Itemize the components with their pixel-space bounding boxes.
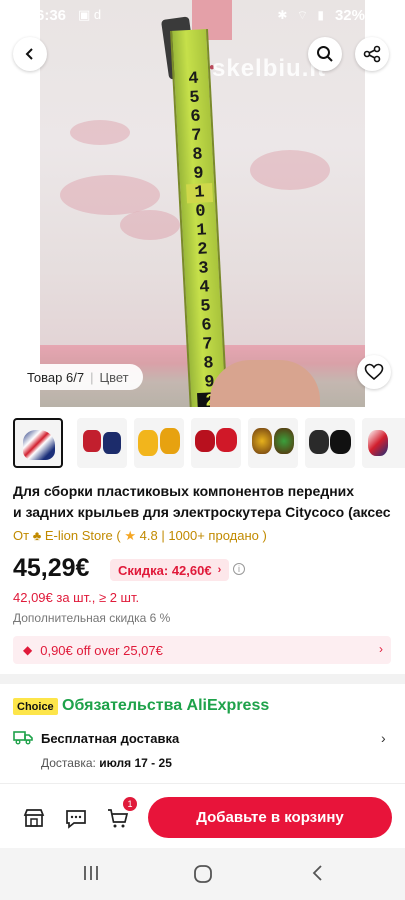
battery-level: 32% bbox=[334, 7, 365, 24]
thumbnail-strip bbox=[13, 418, 405, 470]
chevron-right-icon[interactable]: › bbox=[381, 730, 386, 746]
home-icon[interactable] bbox=[193, 864, 213, 884]
tape-digit: 0 bbox=[194, 202, 207, 222]
product-title-line-1: Для сборки пластиковых компонентов перед… bbox=[13, 483, 355, 499]
thumbnail-image bbox=[216, 428, 237, 452]
chip-separator: | bbox=[90, 369, 94, 385]
thumbnail-image bbox=[330, 430, 351, 454]
search-button[interactable] bbox=[308, 37, 342, 71]
thumbnail-image bbox=[83, 430, 101, 452]
thumbnail-image bbox=[274, 428, 294, 454]
notification-icons: ▣ d bbox=[78, 7, 102, 22]
store-row[interactable]: От ♣ E-lion Store ( ★ 4.8 | 1000+ продан… bbox=[13, 528, 267, 544]
wishlist-button[interactable] bbox=[357, 355, 391, 389]
coupon-banner[interactable]: ◆ 0,90€ off over 25,07€ › bbox=[13, 636, 391, 664]
chat-icon[interactable] bbox=[64, 806, 88, 830]
smudge bbox=[60, 175, 160, 215]
section-gap bbox=[0, 674, 405, 684]
tape-digit: 6 bbox=[189, 107, 202, 128]
truck-icon bbox=[13, 731, 33, 745]
choice-title: Обязательства AliExpress bbox=[62, 697, 270, 714]
signal-icons: ✱ ⌔ ▮ bbox=[277, 8, 327, 22]
shipping-date: Доставка: июля 17 - 25 bbox=[41, 756, 172, 770]
color-label: Цвет bbox=[99, 369, 129, 385]
store-name: E-lion Store bbox=[44, 528, 113, 543]
cart-count-badge: 1 bbox=[123, 797, 137, 811]
tape-digit: 4 bbox=[198, 278, 211, 298]
store-prefix: От bbox=[13, 528, 30, 543]
shipping-title[interactable]: Бесплатная доставка bbox=[41, 731, 179, 746]
price: 45,29€ bbox=[13, 554, 90, 582]
smudge bbox=[250, 150, 330, 190]
thumbnail-image bbox=[195, 430, 215, 452]
chevron-right-icon: › bbox=[217, 564, 222, 576]
system-nav-bar bbox=[0, 848, 405, 900]
tape-digit: 7 bbox=[201, 335, 214, 355]
status-time: 6:36 bbox=[36, 7, 67, 24]
recent-apps-icon[interactable] bbox=[82, 864, 100, 882]
thumbnail-image bbox=[368, 430, 388, 456]
tape-digit: 8 bbox=[202, 354, 215, 374]
search-icon bbox=[317, 46, 333, 62]
tape-digit: 3 bbox=[197, 259, 210, 279]
bulk-price: 42,09€ за шт., ≥ 2 шт. bbox=[13, 590, 140, 605]
tag-icon: ◆ bbox=[23, 643, 33, 657]
thumbnail-5[interactable] bbox=[248, 418, 298, 468]
coupon-text: 0,90€ off over 25,07€ bbox=[40, 642, 163, 658]
shipping-dates: июля 17 - 25 bbox=[99, 756, 172, 770]
tape-digit: 4 bbox=[187, 69, 200, 90]
discount-text: Скидка: 42,60€ bbox=[118, 562, 212, 578]
tape-digit: 1 bbox=[195, 221, 208, 241]
thumbnail-7[interactable] bbox=[362, 418, 405, 468]
thumbnail-1[interactable] bbox=[13, 418, 63, 468]
thumbnail-image bbox=[23, 430, 55, 460]
gallery-position: Товар 6/7 bbox=[27, 369, 85, 385]
share-button[interactable] bbox=[355, 37, 389, 71]
thumbnail-6[interactable] bbox=[305, 418, 355, 468]
tape-digit: 1 bbox=[186, 183, 214, 204]
tape-digit: 8 bbox=[191, 145, 204, 165]
sold-count: 1000+ продано bbox=[168, 528, 259, 543]
back-nav-icon[interactable] bbox=[310, 864, 324, 882]
choice-badge: Choice bbox=[13, 698, 58, 715]
rating: 4.8 bbox=[139, 528, 158, 543]
status-bar: 6:36 ▣ d ✱ ⌔ ▮ 32% bbox=[0, 0, 405, 30]
heart-icon bbox=[364, 363, 384, 381]
product-title-line-2: и задних крыльев для электроскутера City… bbox=[13, 504, 391, 520]
add-to-cart-button[interactable]: Добавьте в корзину bbox=[148, 797, 392, 838]
share-icon bbox=[363, 45, 381, 63]
tape-digit: 6 bbox=[200, 316, 213, 336]
thumbnail-2[interactable] bbox=[77, 418, 127, 468]
thumbnail-4[interactable] bbox=[191, 418, 241, 468]
hand bbox=[210, 360, 320, 407]
info-icon[interactable]: i bbox=[233, 563, 245, 575]
product-title: Для сборки пластиковых компонентов перед… bbox=[13, 481, 393, 523]
thumbnail-image bbox=[138, 430, 158, 456]
gallery-position-chip[interactable]: Товар 6/7 | Цвет bbox=[13, 364, 143, 390]
tape-digit: 2 bbox=[196, 240, 209, 260]
tape-digit: 5 bbox=[199, 297, 212, 317]
thumbnail-image bbox=[160, 428, 180, 454]
smudge bbox=[120, 210, 180, 240]
back-button[interactable] bbox=[13, 37, 47, 71]
star-icon: ★ bbox=[124, 528, 136, 543]
tape-digit: 7 bbox=[190, 126, 203, 147]
tape-digit: 5 bbox=[188, 88, 201, 109]
store-icon: ♣ bbox=[32, 528, 42, 543]
extra-discount: Дополнительная скидка 6 % bbox=[13, 611, 171, 625]
smudge bbox=[70, 120, 130, 145]
discount-badge[interactable]: Скидка: 42,60€ › bbox=[110, 559, 230, 581]
chevron-left-icon bbox=[25, 48, 33, 60]
tape-digit: 9 bbox=[192, 164, 205, 184]
product-photo[interactable]: ● ● skelbiu.lt 456789101234567892012 bbox=[0, 0, 405, 407]
store-icon[interactable] bbox=[22, 806, 46, 830]
divider bbox=[0, 783, 405, 784]
thumbnail-3[interactable] bbox=[134, 418, 184, 468]
shipping-label: Доставка: bbox=[41, 756, 96, 770]
thumbnail-image bbox=[103, 432, 121, 454]
thumbnail-image bbox=[252, 428, 272, 454]
product-page: ● ● skelbiu.lt 456789101234567892012 6:3… bbox=[0, 0, 405, 900]
thumbnail-image bbox=[309, 430, 329, 454]
chevron-right-icon: › bbox=[379, 642, 383, 656]
